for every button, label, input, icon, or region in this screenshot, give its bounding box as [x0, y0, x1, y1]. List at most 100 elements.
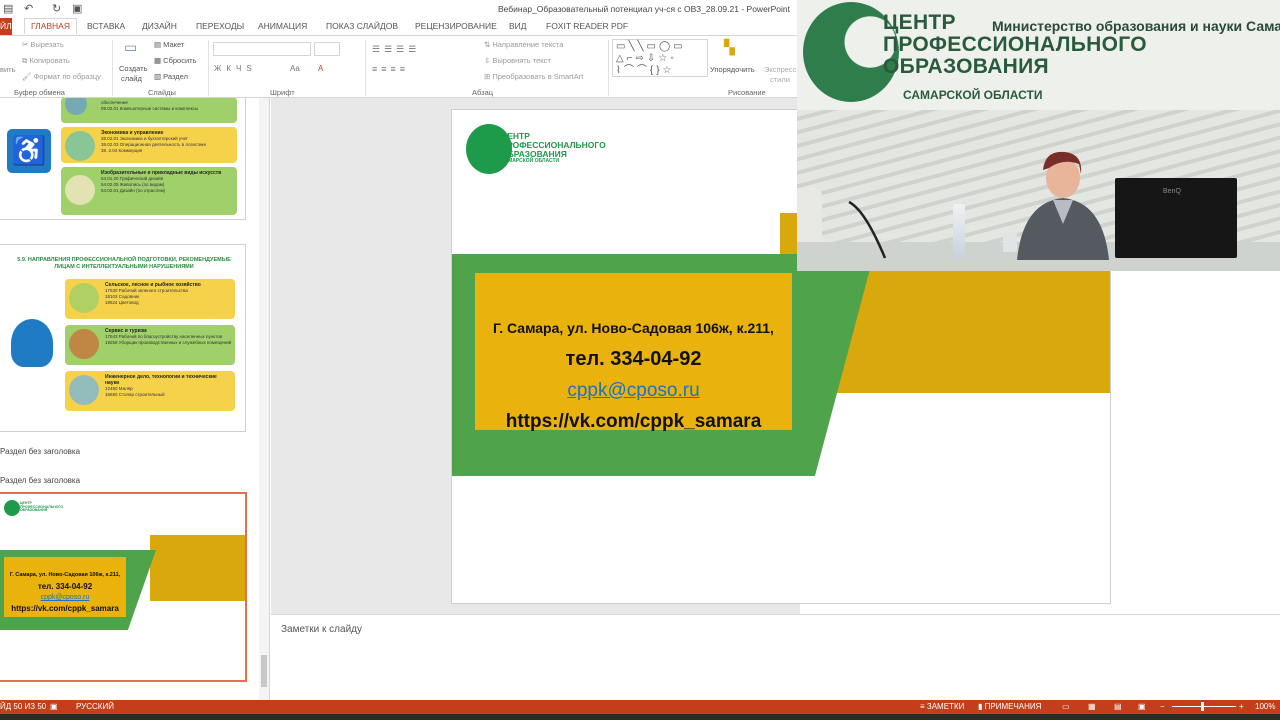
logo-icon [4, 500, 20, 516]
section-label: Раздел [163, 72, 188, 81]
powerpoint-window: ▤ ↶ ↻ ▣ Вебинар_Образовательный потенциа… [0, 0, 1280, 720]
copy-button[interactable]: ⧉ Копировать [22, 56, 70, 66]
slideshow-icon[interactable]: ▣ [1138, 702, 1146, 711]
spellcheck-icon[interactable]: ▣ [50, 702, 58, 711]
new-slide-icon[interactable]: ▭ [124, 39, 137, 56]
notes-pane[interactable]: Заметки к слайду [271, 614, 1280, 700]
tab-design[interactable]: ДИЗАЙН [142, 21, 177, 31]
font-color-button[interactable]: A [318, 64, 323, 73]
palette-icon [65, 175, 95, 205]
thumbnail-slide-50[interactable]: ЦЕНТР ПРОФЕССИОНАЛЬНОГО ОБРАЗОВАНИЯ Г. Сам… [0, 492, 247, 682]
water-bottle [953, 204, 965, 258]
thumbnails-scrollbar[interactable] [259, 98, 269, 700]
section-header[interactable]: Раздел без заголовка [0, 476, 80, 485]
slide-sorter-icon[interactable]: ▦ [1088, 702, 1096, 711]
group-drawing: Рисование [728, 88, 766, 97]
comments-button[interactable]: ▮ ПРИМЕЧАНИЯ [978, 702, 1041, 711]
logo-line: ПРОФЕССИОНАЛЬНОГО [883, 33, 1147, 56]
card-text: Сельское, лесное и рыбное хозяйство 17530… [105, 282, 201, 305]
separator [365, 40, 366, 96]
shapes-gallery[interactable]: ▭╲╲▭◯▭ △⌐⇨⇩☆◦ ⌇⌒⌒{}☆ [612, 39, 708, 77]
tab-slideshow[interactable]: ПОКАЗ СЛАЙДОВ [326, 21, 398, 31]
tab-animation[interactable]: АНИМАЦИЯ [258, 21, 307, 31]
scrollbar-thumb[interactable] [261, 655, 267, 687]
quick-styles-label-2[interactable]: стили [770, 75, 790, 84]
tab-home[interactable]: ГЛАВНАЯ [24, 18, 77, 34]
smartart-button[interactable]: ⊞ Преобразовать в SmartArt [484, 72, 583, 81]
arrange-button[interactable]: Упорядочить [710, 65, 755, 74]
layout-button[interactable]: ▤ Макет [154, 40, 184, 49]
text-direction-button[interactable]: ⇅ Направление текста [484, 40, 563, 49]
presentation-icon[interactable]: ▣ [72, 2, 82, 15]
cut-button[interactable]: ✂ Вырезать [22, 40, 64, 49]
thumbnail-card: Сервис и туризм 17543 Рабочий по благоуст… [65, 325, 235, 365]
status-bar: ЙД 50 ИЗ 50 ▣ РУССКИЙ ≡ ЗАМЕТКИ ▮ ПРИМЕЧ… [0, 700, 1280, 714]
thumbnail-slide-49[interactable]: 5.9. НАПРАВЛЕНИЯ ПРОФЕССИОНАЛЬНОЙ ПОДГОТ… [0, 244, 246, 432]
agriculture-icon [69, 283, 99, 313]
tab-review[interactable]: РЕЦЕНЗИРОВАНИЕ [415, 21, 497, 31]
section-header[interactable]: Раздел без заголовка [0, 447, 80, 456]
tab-insert[interactable]: ВСТАВКА [87, 21, 125, 31]
font-size-dropdown[interactable] [314, 42, 340, 56]
list-buttons[interactable]: ☰☰☰☰ [372, 44, 420, 55]
card-text: Экономика и управление 38.02.01 Экономика… [101, 130, 207, 153]
thumbnail-card: Экономика и управление 38.02.01 Экономика… [61, 127, 237, 163]
ribbon-tabs: ЙЛ ГЛАВНАЯ ВСТАВКА ДИЗАЙН ПЕРЕХОДЫ АНИМА… [0, 18, 800, 35]
ribbon: вить ✂ Вырезать ⧉ Копировать 🖌 Формат по… [0, 35, 800, 98]
font-format-buttons[interactable]: ЖКЧS [214, 64, 257, 73]
zoom-slider-thumb[interactable] [1201, 702, 1204, 711]
contact-box: Г. Самара, ул. Ново-Садовая 106ж, к.211,… [475, 273, 792, 432]
email-link[interactable]: cppk@cposo.ru [475, 375, 792, 406]
slide-thumbnails-panel[interactable]: ♿ обеспечение 09.02.01 Компьютерные систе… [0, 98, 270, 700]
slide-logo-text: ЦЕНТР ПРОФЕССИОНАЛЬНОГО ОБРАЗОВАНИЯ САМА… [501, 132, 606, 164]
zoom-in-icon[interactable]: + [1239, 702, 1244, 711]
reading-view-icon[interactable]: ▤ [1114, 702, 1122, 711]
separator [608, 40, 609, 96]
reset-button[interactable]: ▦ Сбросить [154, 56, 197, 65]
align-buttons[interactable]: ≡≡≡≡ [372, 64, 409, 74]
section-icon: ▥ [154, 72, 164, 81]
notes-icon: ≡ [920, 702, 927, 711]
undo-icon[interactable]: ↶ [24, 2, 33, 15]
align-text-button[interactable]: ⇳ Выровнять текст [484, 56, 551, 65]
comment-icon: ▮ [978, 702, 985, 711]
tab-view[interactable]: ВИД [509, 21, 527, 31]
layout-label: Макет [163, 40, 185, 49]
brush-icon: 🖌 [22, 72, 34, 81]
thumbnail-slide-48[interactable]: ♿ обеспечение 09.02.01 Компьютерные систе… [0, 98, 246, 220]
separator [112, 40, 113, 96]
tab-foxit[interactable]: FOXIT READER PDF [546, 21, 628, 31]
zoom-level[interactable]: 100% [1255, 702, 1275, 711]
taskbar-strip [0, 714, 1280, 720]
slide-counter: ЙД 50 ИЗ 50 [0, 702, 47, 711]
logo-line: ОБРАЗОВАНИЯ [883, 55, 1049, 78]
group-slides: Слайды [148, 88, 176, 97]
thumbnail-title: 5.9. НАПРАВЛЕНИЯ ПРОФЕССИОНАЛЬНОЙ ПОДГОТ… [17, 257, 231, 270]
section-button[interactable]: ▥ Раздел [154, 72, 188, 81]
format-painter-button[interactable]: 🖌 Формат по образцу [22, 72, 101, 81]
save-icon[interactable]: ▤ [3, 2, 13, 15]
tab-file[interactable]: ЙЛ [0, 18, 12, 35]
zoom-out-icon[interactable]: − [1160, 702, 1165, 711]
ministry-sign: Министерство образования и науки Самарск… [992, 18, 1280, 34]
zoom-slider[interactable] [1172, 702, 1236, 711]
notes-label: ЗАМЕТКИ [926, 702, 965, 711]
tab-transitions[interactable]: ПЕРЕХОДЫ [196, 21, 244, 31]
normal-view-icon[interactable]: ▭ [1062, 702, 1070, 711]
paste-button[interactable]: вить [0, 65, 16, 74]
new-slide-label-2[interactable]: слайд [121, 74, 142, 83]
redo-icon[interactable]: ↻ [52, 2, 61, 15]
quick-styles-label-1[interactable]: Экспресс- [764, 65, 799, 74]
webcam-video-overlay: ЦЕНТР ПРОФЕССИОНАЛЬНОГО ОБРАЗОВАНИЯ САМА… [797, 0, 1280, 271]
notes-placeholder: Заметки к слайду [281, 624, 362, 635]
font-name-dropdown[interactable] [213, 42, 311, 56]
notes-button[interactable]: ≡ ЗАМЕТКИ [920, 702, 964, 711]
glass [1003, 232, 1017, 252]
arrange-icon[interactable]: ▚ [724, 39, 735, 56]
microphone [848, 200, 887, 259]
new-slide-label-1[interactable]: Создать [119, 64, 148, 73]
thumbnail-logo-text: ЦЕНТР ПРОФЕССИОНАЛЬНОГО ОБРАЗОВАНИЯ [20, 501, 64, 513]
head-icon [11, 319, 53, 367]
font-case-button[interactable]: Aa [290, 64, 300, 73]
language-indicator[interactable]: РУССКИЙ [76, 702, 114, 711]
